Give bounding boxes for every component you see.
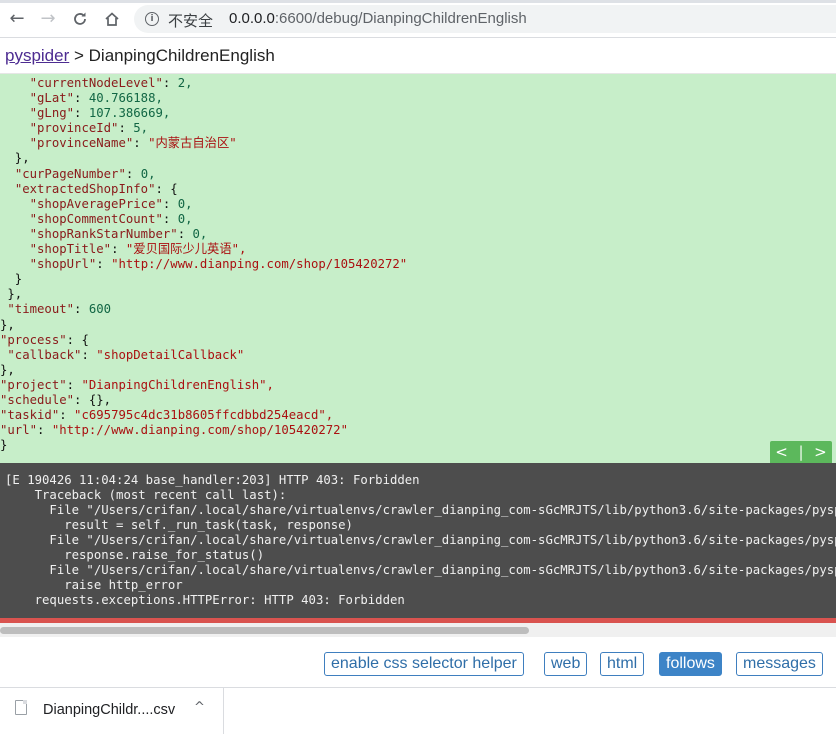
css-selector-helper-button[interactable]: enable css selector helper <box>324 652 524 676</box>
pyspider-link[interactable]: pyspider <box>5 46 69 65</box>
result-line: } <box>0 438 8 453</box>
breadcrumb: pyspider > DianpingChildrenEnglish <box>0 38 836 74</box>
log-text: [E 190426 11:04:24 base_handler:203] HTT… <box>5 473 836 608</box>
log-panel[interactable]: [E 190426 11:04:24 base_handler:203] HTT… <box>0 463 836 618</box>
log-line: File "/Users/crifan/.local/share/virtual… <box>49 503 836 517</box>
result-line: }, <box>0 287 23 302</box>
breadcrumb-separator: > <box>69 46 89 65</box>
result-line: "currentNodeLevel": 2, <box>29 76 193 90</box>
result-line: "curPageNumber": 0, <box>14 166 156 181</box>
download-filename[interactable]: DianpingChildr....csv <box>43 702 175 718</box>
result-line: "shopRankStarNumber": 0, <box>29 226 208 241</box>
reload-icon[interactable] <box>69 8 91 30</box>
home-icon[interactable] <box>101 8 123 30</box>
download-shelf: DianpingChildr....csv ^ <box>0 687 836 734</box>
security-label[interactable]: 不安全 <box>168 10 213 31</box>
back-icon[interactable]: ← <box>6 8 28 30</box>
horizontal-scrollbar[interactable] <box>0 623 836 637</box>
log-line: File "/Users/crifan/.local/share/virtual… <box>49 563 836 577</box>
log-line: Traceback (most recent call last): <box>5 488 287 502</box>
result-line: "gLat": 40.766188, <box>29 91 163 106</box>
result-json: "currentNodeLevel": 2, "gLat": 40.766188… <box>0 76 407 453</box>
result-line: "project": "DianpingChildrenEnglish", <box>0 377 274 392</box>
result-line: }, <box>0 317 15 332</box>
result-line: "url": "http://www.dianping.com/shop/105… <box>0 423 348 438</box>
result-line: "extractedShopInfo": { <box>14 181 178 196</box>
project-name: DianpingChildrenEnglish <box>88 46 275 65</box>
result-line: "provinceId": 5, <box>29 121 149 136</box>
result-line: "schedule": {}, <box>0 392 112 407</box>
result-line: "callback": "shopDetailCallback" <box>7 347 245 362</box>
messages-button[interactable]: messages <box>736 652 823 676</box>
result-line: }, <box>0 151 30 166</box>
result-line: "shopUrl": "http://www.dianping.com/shop… <box>29 257 408 272</box>
html-button[interactable]: html <box>600 652 645 676</box>
result-line: "shopTitle": "爱贝国际少儿英语", <box>29 242 247 257</box>
url-text[interactable]: 0.0.0.0:6600/debug/DianpingChildrenEngli… <box>229 10 527 27</box>
tool-bar: enable css selector helper web html foll… <box>0 637 836 687</box>
result-line: "shopCommentCount": 0, <box>29 211 193 226</box>
result-line: "timeout": 600 <box>7 302 112 317</box>
pager: < | > <box>770 441 832 463</box>
web-button[interactable]: web <box>544 652 588 676</box>
result-line: }, <box>0 362 15 377</box>
info-icon[interactable]: i <box>145 12 159 26</box>
result-line: } <box>0 272 23 287</box>
scrollbar-thumb[interactable] <box>0 627 529 634</box>
chevron-up-icon[interactable]: ^ <box>194 700 205 715</box>
reload-arrow-icon <box>74 12 86 25</box>
browser-toolbar: ← → i 不安全 0.0.0.0:6600/debug/DianpingChi… <box>0 0 836 38</box>
log-line: File "/Users/crifan/.local/share/virtual… <box>49 533 836 547</box>
prev-page-button[interactable]: < <box>775 443 788 461</box>
result-line: "taskid": "c695795c4dc31b8605ffcdbbd254e… <box>0 408 334 423</box>
url-host: 0.0.0.0 <box>229 10 275 27</box>
result-line: "provinceName": "内蒙古自治区" <box>29 136 237 151</box>
result-line: "process": { <box>0 332 89 347</box>
log-line: raise http_error <box>5 578 183 592</box>
url-path: :6600/debug/DianpingChildrenEnglish <box>274 10 527 27</box>
file-icon <box>15 700 27 715</box>
forward-icon[interactable]: → <box>37 8 59 30</box>
log-line: [E 190426 11:04:24 base_handler:203] HTT… <box>5 473 420 487</box>
address-bar[interactable]: i 不安全 0.0.0.0:6600/debug/DianpingChildre… <box>134 5 836 33</box>
log-line: result = self._run_task(task, response) <box>5 518 353 532</box>
log-line: response.raise_for_status() <box>5 548 265 562</box>
house-icon <box>105 12 119 26</box>
result-line: "gLng": 107.386669, <box>29 106 171 121</box>
download-item[interactable]: DianpingChildr....csv ^ <box>0 688 224 734</box>
pager-separator: | <box>798 443 804 461</box>
result-line: "shopAveragePrice": 0, <box>29 196 193 211</box>
follows-button[interactable]: follows <box>659 652 722 676</box>
log-line: requests.exceptions.HTTPError: HTTP 403:… <box>5 593 405 607</box>
next-page-button[interactable]: > <box>814 443 827 461</box>
result-panel[interactable]: "currentNodeLevel": 2, "gLat": 40.766188… <box>0 74 836 463</box>
tab-strip <box>0 0 836 3</box>
